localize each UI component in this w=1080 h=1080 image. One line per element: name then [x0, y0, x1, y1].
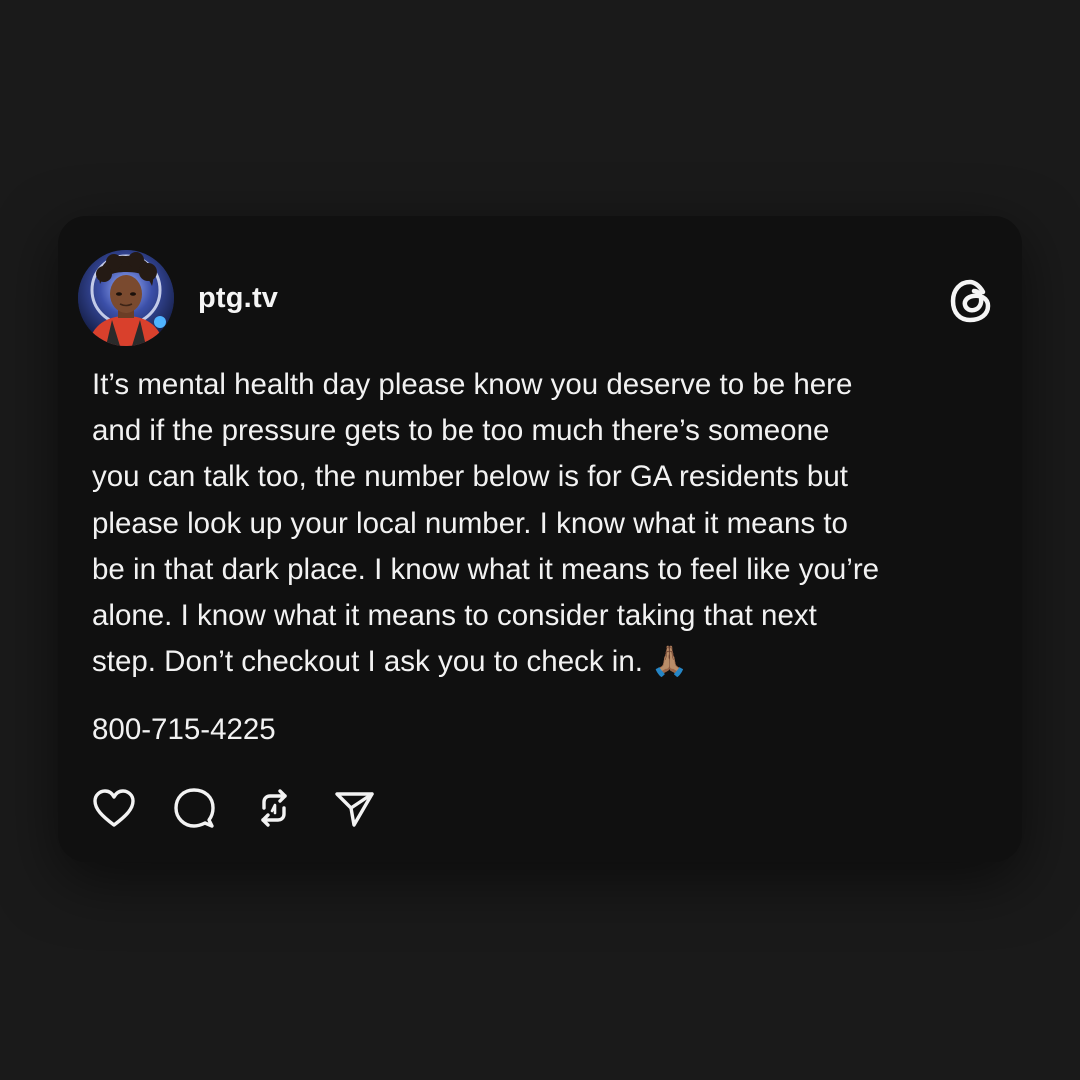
threads-logo-icon[interactable]: [948, 276, 994, 326]
repost-button[interactable]: [250, 784, 298, 832]
comment-bubble-icon: [174, 788, 215, 828]
post-card: ptg.tv It’s mental health day please kno…: [58, 216, 1022, 862]
post-text: It’s mental health day please know you d…: [92, 368, 880, 679]
post-actions: [90, 784, 410, 832]
heart-icon: [93, 789, 135, 827]
comment-button[interactable]: [170, 784, 218, 832]
like-button[interactable]: [90, 784, 138, 832]
send-icon: [335, 792, 374, 827]
username[interactable]: ptg.tv: [198, 282, 278, 315]
share-button[interactable]: [330, 784, 378, 832]
avatar[interactable]: [78, 250, 174, 346]
post-header: ptg.tv: [78, 250, 994, 348]
avatar-illustration: [78, 250, 174, 346]
repost-icon: [261, 789, 287, 827]
phone-number[interactable]: 800-715-4225: [92, 710, 276, 750]
